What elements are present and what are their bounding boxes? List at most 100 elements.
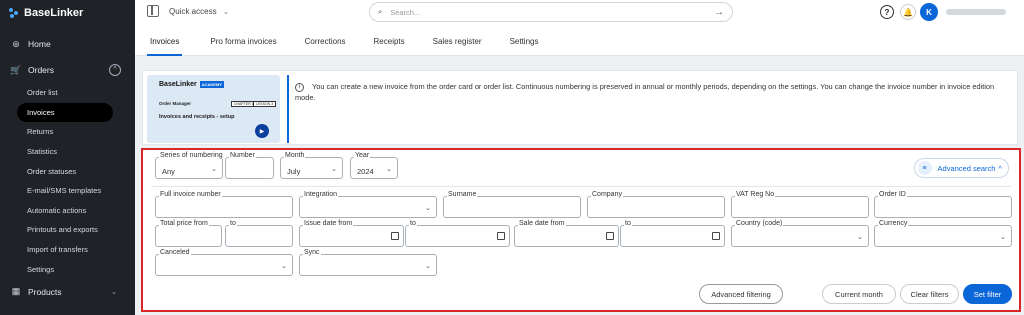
integration-select[interactable]: Integration ⌄ (299, 191, 437, 218)
field-label: Country (code) (735, 220, 784, 227)
company-input[interactable]: Company (587, 191, 725, 218)
sidebar-item-settings[interactable]: Settings (0, 259, 135, 279)
sidebar-item-returns[interactable]: Returns (0, 122, 135, 142)
sync-select[interactable]: Sync ⌄ (299, 249, 437, 276)
collapse-icon[interactable]: ^ (109, 64, 121, 76)
play-icon[interactable]: ▶ (255, 124, 269, 138)
clear-filters-button[interactable]: Clear filters (900, 284, 959, 304)
advanced-filtering-button[interactable]: Advanced filtering (699, 284, 783, 304)
sidebar-item-label: Orders (28, 65, 54, 75)
issue-date-to-input[interactable]: to (405, 220, 510, 247)
products-icon: ▦ (11, 286, 21, 297)
advanced-search-label: Advanced search (937, 163, 996, 173)
thumb-badge: ACADEMY (199, 81, 224, 88)
calendar-icon[interactable] (391, 232, 399, 240)
month-select[interactable]: Month July ⌄ (280, 152, 343, 179)
thumb-brand: BaseLinker ACADEMY (159, 81, 224, 88)
sidebar-item-statistics[interactable]: Statistics (0, 142, 135, 162)
tabs: Invoices Pro forma invoices Corrections … (147, 37, 566, 56)
panel-toggle-icon[interactable] (147, 5, 159, 17)
field-label: Full invoice number (159, 191, 222, 198)
app-logo[interactable]: BaseLinker (0, 0, 135, 26)
chevron-down-icon: ⌄ (211, 166, 217, 173)
chevron-down-icon: ⌄ (331, 166, 337, 173)
vat-input[interactable]: VAT Reg No (731, 191, 869, 218)
tab-pro-forma[interactable]: Pro forma invoices (210, 37, 276, 56)
search-placeholder: Search... (390, 7, 421, 17)
full-invoice-number-input[interactable]: Full invoice number (155, 191, 293, 218)
sidebar-item-invoices[interactable]: Invoices (17, 102, 113, 123)
topbar: Quick access ⌄ ⌕ Search... → ? 🔔 K Invoi… (135, 0, 1024, 56)
field-label: Canceled (159, 249, 191, 256)
tab-invoices[interactable]: Invoices (147, 37, 183, 56)
field-label: Currency (878, 220, 909, 227)
field-value: 2024 (357, 167, 374, 176)
avatar[interactable]: K (920, 3, 938, 21)
info-icon: i (295, 82, 304, 92)
quick-access-label: Quick access (169, 6, 217, 16)
field-label: Sale date from (518, 220, 566, 227)
calendar-icon[interactable] (497, 232, 505, 240)
divider (151, 186, 1011, 187)
chevron-down-icon: ⌄ (425, 205, 431, 212)
field-label: VAT Reg No (735, 191, 776, 198)
sidebar-item-products[interactable]: ▦ Products ⌄ (0, 279, 135, 305)
video-thumbnail[interactable]: BaseLinker ACADEMY Order Manager CHAPTER … (147, 75, 280, 143)
canceled-select[interactable]: Canceled ⌄ (155, 249, 293, 276)
sidebar-item-printouts[interactable]: Printouts and exports (0, 220, 135, 240)
chevron-down-icon: ⌄ (111, 288, 117, 296)
search-icon: ⌕ (378, 7, 383, 16)
thumb-brand-text: BaseLinker (159, 81, 197, 88)
home-icon: ⊛ (12, 38, 20, 49)
calendar-icon[interactable] (606, 232, 614, 240)
thumb-subtitle: Order Manager (159, 101, 192, 106)
total-price-to-input[interactable]: to (225, 220, 293, 247)
tab-sales-register[interactable]: Sales register (433, 37, 482, 56)
field-value: Any (162, 167, 175, 176)
sidebar-item-home[interactable]: ⊛ Home (0, 31, 135, 57)
sidebar-item-order-statuses[interactable]: Order statuses (0, 161, 135, 181)
logo-icon (9, 8, 19, 18)
tab-receipts[interactable]: Receipts (374, 37, 405, 56)
surname-input[interactable]: Surname (443, 191, 581, 218)
thumb-lesson: LESSON 3 (253, 101, 277, 107)
field-label: to (409, 220, 417, 227)
bell-icon[interactable]: 🔔 (900, 4, 916, 20)
quick-access[interactable]: Quick access ⌄ (147, 5, 229, 17)
calendar-icon[interactable] (712, 232, 720, 240)
chevron-down-icon: ⌄ (222, 6, 230, 16)
issue-date-from-input[interactable]: Issue date from (299, 220, 404, 247)
search-input[interactable]: ⌕ Search... → (369, 2, 733, 22)
advanced-search-button[interactable]: ≡ Advanced search ^ (913, 158, 1009, 178)
sale-date-to-input[interactable]: to (620, 220, 725, 247)
country-select[interactable]: Country (code) ⌄ (731, 220, 869, 247)
field-label: Number (229, 152, 256, 159)
year-select[interactable]: Year 2024 ⌄ (350, 152, 398, 179)
tab-settings[interactable]: Settings (510, 37, 539, 56)
sidebar-item-orders[interactable]: 🛒 Orders ^ (0, 57, 135, 83)
sidebar-item-order-list[interactable]: Order list (0, 83, 135, 103)
help-icon[interactable]: ? (880, 5, 894, 19)
number-input[interactable]: Number (225, 152, 274, 179)
arrow-right-icon[interactable]: → (714, 7, 724, 18)
sale-date-from-input[interactable]: Sale date from (514, 220, 619, 247)
chevron-down-icon: ⌄ (857, 234, 863, 241)
set-filter-button[interactable]: Set filter (963, 284, 1012, 304)
order-id-input[interactable]: Order ID (874, 191, 1012, 218)
sidebar: BaseLinker ⊛ Home 🛒 Orders ^ Order list In… (0, 0, 135, 315)
sidebar-item-automatic-actions[interactable]: Automatic actions (0, 201, 135, 221)
sidebar-item-import-transfers[interactable]: Import of transfers (0, 240, 135, 260)
chevron-down-icon: ⌄ (386, 166, 392, 173)
filter-icon: ≡ (917, 161, 932, 175)
currency-select[interactable]: Currency ⌄ (874, 220, 1012, 247)
series-select[interactable]: Series of numbering Any ⌄ (155, 152, 224, 179)
current-month-button[interactable]: Current month (822, 284, 896, 304)
field-label: Year (354, 152, 371, 159)
field-label: Order ID (878, 191, 907, 198)
sidebar-item-label: Home (28, 39, 51, 49)
sidebar-item-email-sms-templates[interactable]: E-mail/SMS templates (0, 181, 135, 201)
field-label: Company (591, 191, 623, 198)
field-label: Surname (447, 191, 478, 198)
total-price-from-input[interactable]: Total price from (155, 220, 222, 247)
tab-corrections[interactable]: Corrections (305, 37, 346, 56)
